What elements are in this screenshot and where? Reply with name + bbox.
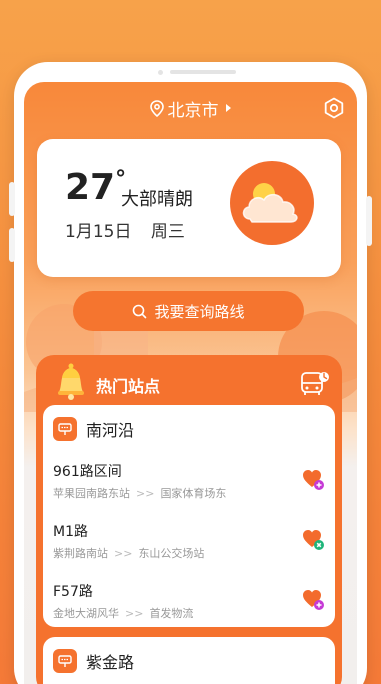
weekday: 周三 [150, 222, 185, 242]
route-name: 961路区间 [53, 464, 122, 480]
station-header: 南河沿 [53, 417, 134, 441]
phone-power-button [366, 196, 372, 246]
station-sign-icon [53, 649, 77, 673]
city-name: 北京市 [167, 100, 219, 121]
station-name: 紫金路 [86, 653, 135, 672]
caret-right-icon [225, 104, 231, 112]
sun-cloud-icon [242, 183, 298, 223]
route-path: 苹果园南路东站 >> 国家体育场东 [53, 487, 227, 500]
bus-icon[interactable] [300, 369, 330, 397]
app-screen: 北京市 27° 大部晴朗 1月15日 周三 我要查询路线 热门站点 南河沿 96… [24, 82, 357, 684]
station-card[interactable]: 紫金路 [43, 637, 335, 684]
route-item[interactable]: F57路 金地大湖风华 >> 首发物流 [53, 581, 325, 627]
search-icon [133, 304, 147, 318]
route-search-button[interactable]: 我要查询路线 [73, 291, 304, 331]
station-header: 紫金路 [53, 649, 134, 673]
route-path: 金地大湖风华 >> 首发物流 [53, 607, 194, 620]
phone-volume-button [9, 182, 15, 216]
phone-camera [158, 70, 163, 75]
favorite-add-icon[interactable] [301, 467, 325, 491]
location-bar[interactable]: 北京市 [24, 96, 357, 121]
favorite-remove-icon[interactable] [301, 527, 325, 551]
phone-volume-button [9, 228, 15, 262]
route-name: M1路 [53, 524, 88, 540]
route-item[interactable]: 961路区间 苹果园南路东站 >> 国家体育场东 [53, 461, 325, 507]
hot-stations-panel: 热门站点 南河沿 961路区间 苹果园南路东站 >> 国家体育场东 M1路 紫荆… [36, 355, 342, 684]
weather-card: 27° 大部晴朗 1月15日 周三 [37, 139, 341, 277]
route-path: 紫荆路南站 >> 东山公交场站 [53, 547, 205, 560]
route-name: F57路 [53, 584, 93, 600]
location-pin-icon [149, 99, 164, 117]
phone-speaker [170, 70, 236, 74]
date-row: 1月15日 周三 [65, 217, 199, 242]
settings-icon[interactable] [323, 97, 345, 119]
bell-icon [58, 363, 84, 400]
date: 1月15日 [65, 222, 132, 242]
route-item[interactable]: M1路 紫荆路南站 >> 东山公交场站 [53, 521, 325, 567]
station-sign-icon [53, 417, 77, 441]
route-search-label: 我要查询路线 [154, 302, 245, 321]
hot-stations-title: 热门站点 [96, 377, 161, 396]
weather-condition: 大部晴朗 [121, 189, 193, 210]
station-name: 南河沿 [86, 421, 135, 440]
favorite-add-icon[interactable] [301, 587, 325, 611]
weather-icon-badge [230, 161, 314, 245]
temperature: 27° [65, 167, 127, 208]
station-card[interactable]: 南河沿 961路区间 苹果园南路东站 >> 国家体育场东 M1路 紫荆路南站 >> 东山… [43, 405, 335, 627]
